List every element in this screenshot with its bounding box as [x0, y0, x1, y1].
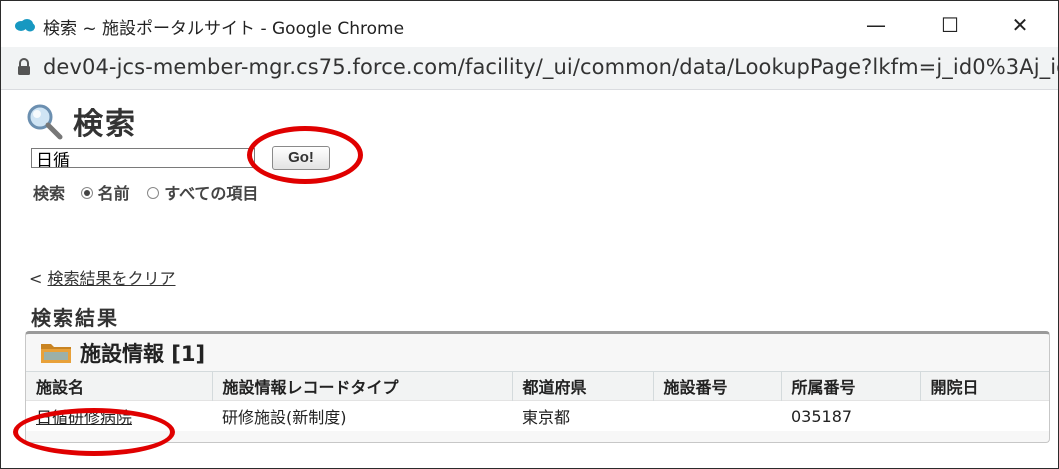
results-table: 施設名 施設情報レコードタイプ 都道府県 施設番号 所属番号 開院日 日循研修病…: [26, 371, 1049, 431]
search-scope: 検索 名前 すべての項目: [33, 180, 268, 204]
table-header-row: 施設名 施設情報レコードタイプ 都道府県 施設番号 所属番号 開院日: [26, 371, 1049, 401]
window-title: 検索 ~ 施設ポータルサイト - Google Chrome: [43, 19, 405, 39]
column-header[interactable]: 施設名: [26, 371, 212, 401]
column-header[interactable]: 都道府県: [511, 371, 653, 401]
close-button[interactable]: ✕: [997, 11, 1043, 39]
lookup-page: 検索 Go! 検索 名前 すべての項目 < 検索結果をクリア 検索結果 施設情報…: [1, 90, 1058, 468]
maximize-button[interactable]: ☐: [927, 11, 973, 39]
chevron-left-icon: <: [29, 269, 43, 288]
magnifier-icon: [27, 104, 63, 140]
radio-all-fields[interactable]: [147, 187, 160, 199]
radio-name[interactable]: [80, 187, 93, 199]
salesforce-cloud-icon: [15, 19, 35, 32]
minimize-button[interactable]: —: [853, 11, 899, 39]
folder-icon: [41, 344, 71, 363]
lock-icon: [18, 58, 30, 75]
highlight-circle-facility: [13, 408, 175, 456]
address-bar[interactable]: dev04-jcs-member-mgr.cs75.force.com/faci…: [1, 47, 1058, 90]
radio-all-fields-label[interactable]: すべての項目: [164, 180, 258, 204]
url-text[interactable]: dev04-jcs-member-mgr.cs75.force.com/faci…: [43, 55, 1058, 79]
column-header[interactable]: 所属番号: [780, 371, 920, 401]
title-bar: 検索 ~ 施設ポータルサイト - Google Chrome — ☐ ✕: [1, 1, 1058, 47]
search-input[interactable]: [31, 148, 255, 168]
table-cell: 研修施設(新制度): [212, 400, 512, 431]
column-header[interactable]: 開院日: [919, 371, 1049, 401]
clear-results-link[interactable]: < 検索結果をクリア: [29, 265, 176, 289]
table-cell: 東京都: [512, 400, 653, 431]
results-panel: 施設情報 [1] 施設名 施設情報レコードタイプ 都道府県 施設番号 所属番号 …: [25, 331, 1050, 443]
table-row: 日循研修病院 研修施設(新制度) 東京都 035187: [26, 400, 1049, 431]
page-title: 検索: [73, 107, 137, 142]
browser-window: 検索 ~ 施設ポータルサイト - Google Chrome — ☐ ✕ dev…: [0, 0, 1059, 469]
highlight-circle-go: [247, 126, 363, 184]
results-heading: 検索結果: [31, 306, 119, 330]
table-cell: [920, 400, 1049, 431]
radio-name-label[interactable]: 名前: [98, 180, 130, 204]
scope-label: 検索: [33, 184, 66, 203]
column-header[interactable]: 施設情報レコードタイプ: [211, 371, 512, 401]
panel-header: 施設情報 [1]: [26, 334, 1049, 370]
clear-results-label[interactable]: 検索結果をクリア: [48, 269, 176, 288]
table-cell: 035187: [781, 400, 920, 431]
column-header[interactable]: 施設番号: [652, 371, 781, 401]
table-cell: [653, 400, 781, 431]
panel-title: 施設情報 [1]: [80, 342, 206, 366]
